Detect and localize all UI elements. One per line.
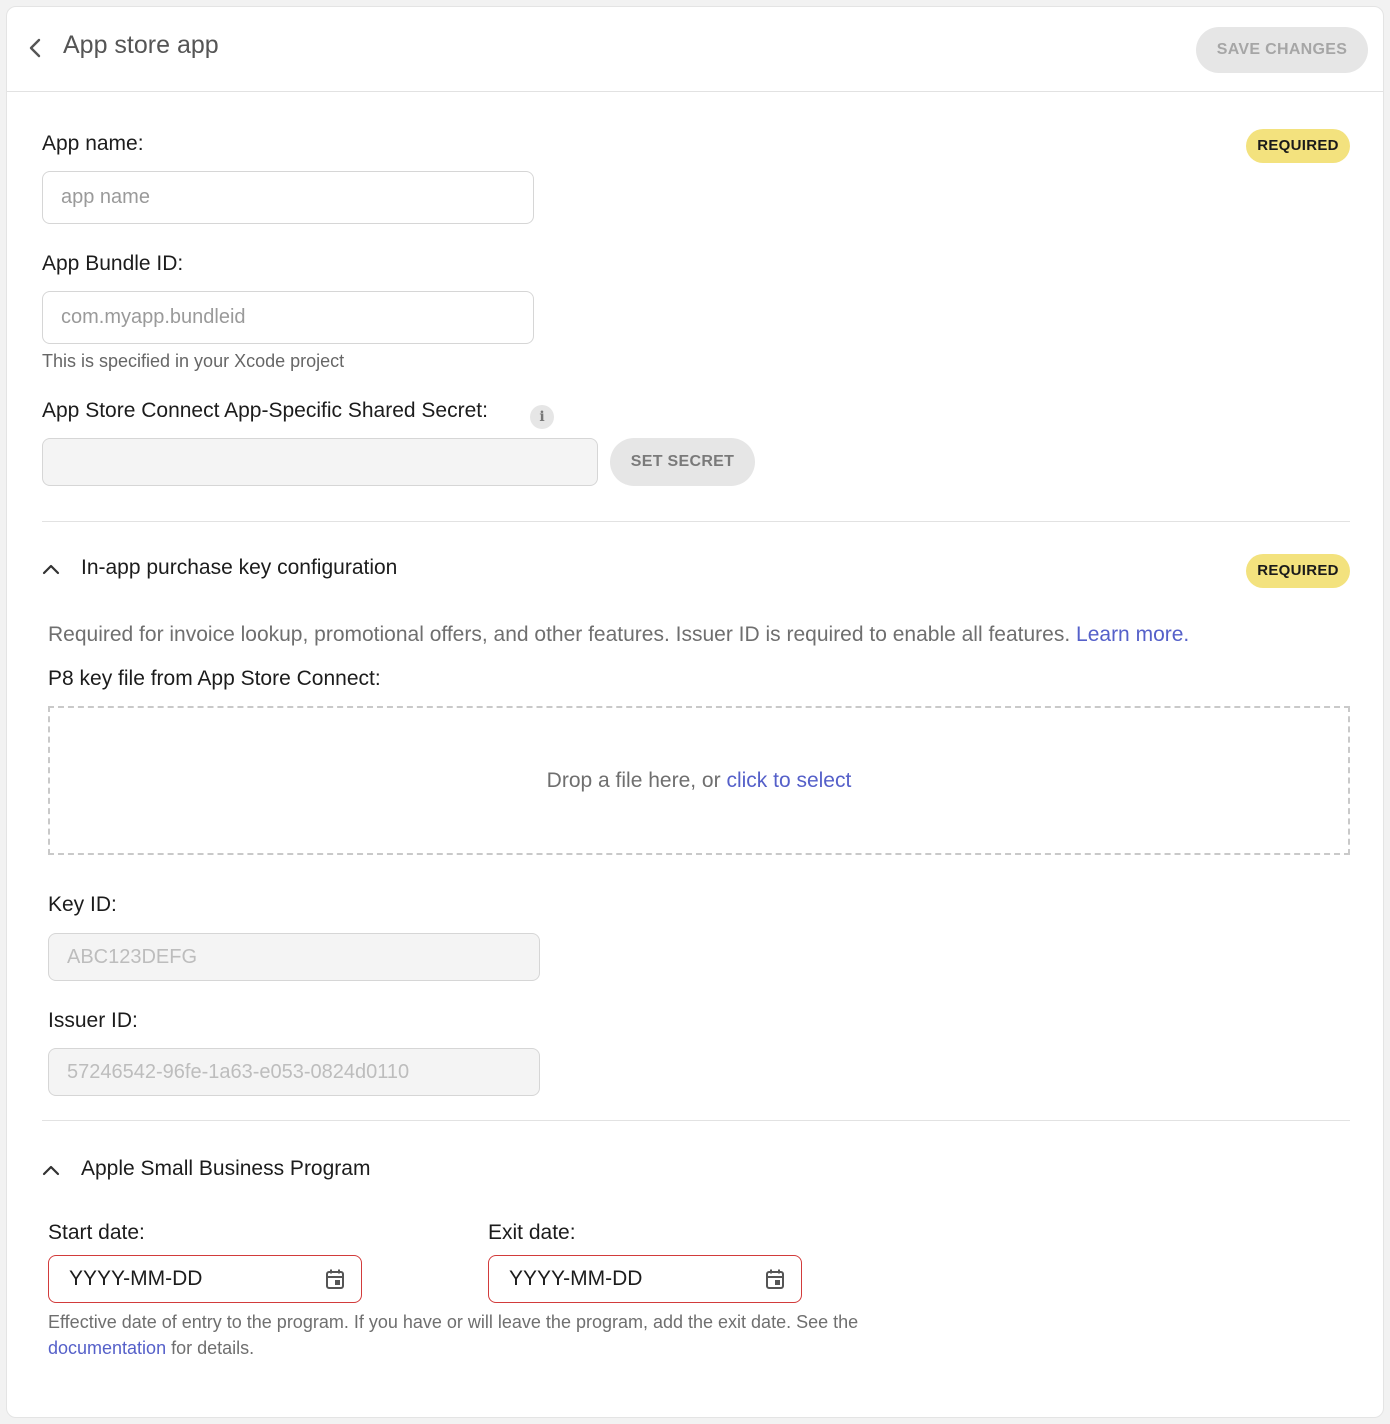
section-divider [42,1120,1350,1121]
start-date-value: YYYY-MM-DD [69,1267,203,1290]
bundle-id-label: App Bundle ID: [42,252,184,275]
footnote-tail: for details. [171,1338,255,1358]
sbp-section-toggle[interactable]: Apple Small Business Program [42,1153,442,1187]
chevron-left-icon [29,38,41,58]
required-badge: REQUIRED [1246,554,1350,588]
iap-section-title: In-app purchase key configuration [81,556,398,579]
key-id-label: Key ID: [48,893,117,916]
page-title: App store app [63,31,219,59]
sbp-section-title: Apple Small Business Program [81,1157,371,1180]
bundle-id-hint: This is specified in your Xcode project [42,351,345,371]
app-name-input[interactable] [42,171,534,224]
issuer-id-input[interactable] [48,1048,540,1096]
calendar-icon[interactable] [765,1268,785,1290]
start-date-label: Start date: [48,1221,145,1244]
shared-secret-label: App Store Connect App-Specific Shared Se… [42,399,488,422]
required-badge: REQUIRED [1246,129,1350,163]
info-icon[interactable]: i [530,405,554,429]
chevron-up-icon [42,564,60,575]
dropzone-text: Drop a file here, or [546,769,721,792]
app-name-label: App name: [42,132,144,155]
shared-secret-input[interactable] [42,438,598,486]
iap-section-toggle[interactable]: In-app purchase key configuration [42,552,442,586]
issuer-id-label: Issuer ID: [48,1009,138,1032]
chevron-up-icon [42,1165,60,1176]
file-dropzone[interactable]: Drop a file here, or click to select [48,706,1350,855]
iap-description: Required for invoice lookup, promotional… [48,623,1189,647]
key-id-input[interactable] [48,933,540,981]
documentation-link[interactable]: documentation [48,1338,166,1358]
page-header: App store app SAVE CHANGES [7,7,1383,92]
back-button[interactable] [25,35,47,61]
set-secret-button[interactable]: SET SECRET [610,438,755,486]
iap-description-text: Required for invoice lookup, promotional… [48,623,1071,646]
click-to-select-link[interactable]: click to select [726,769,851,792]
section-divider [42,521,1350,522]
app-settings-card: App store app SAVE CHANGES App name: REQ… [6,6,1384,1418]
p8-key-label: P8 key file from App Store Connect: [48,667,381,690]
exit-date-value: YYYY-MM-DD [509,1267,643,1290]
exit-date-label: Exit date: [488,1221,576,1244]
footnote-text: Effective date of entry to the program. … [48,1312,859,1332]
start-date-input[interactable]: YYYY-MM-DD [48,1255,362,1303]
exit-date-input[interactable]: YYYY-MM-DD [488,1255,802,1303]
bundle-id-input[interactable] [42,291,534,344]
learn-more-link[interactable]: Learn more. [1076,623,1189,646]
calendar-icon[interactable] [325,1268,345,1290]
save-changes-button[interactable]: SAVE CHANGES [1196,27,1368,73]
sbp-footnote: Effective date of entry to the program. … [48,1309,948,1361]
